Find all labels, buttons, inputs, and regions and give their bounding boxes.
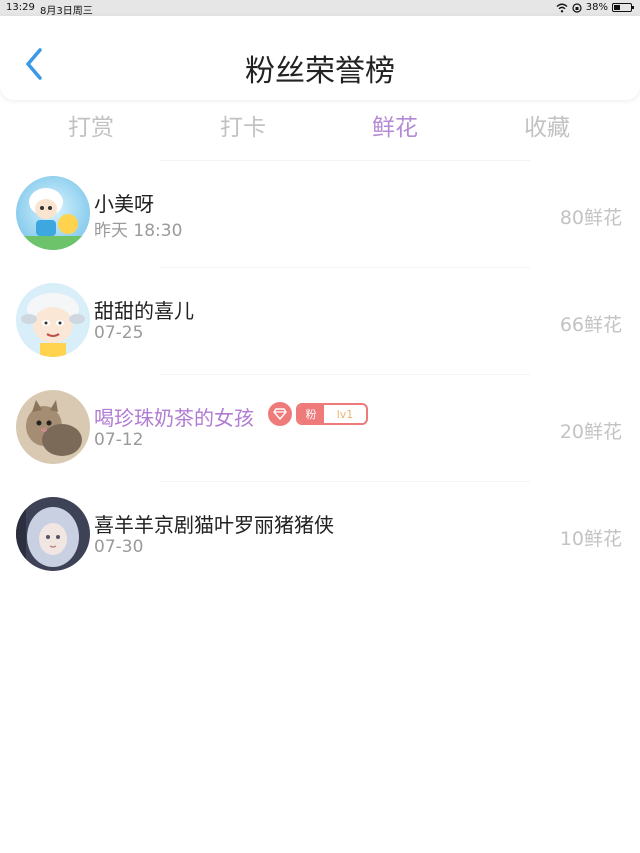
fan-badge-group: 粉 lv1 bbox=[268, 402, 368, 426]
cartoon-sheep-avatar-image bbox=[16, 283, 90, 357]
fan-name[interactable]: 小美呀 bbox=[94, 188, 154, 217]
anime-girl-avatar-image bbox=[16, 497, 90, 571]
avatar[interactable] bbox=[16, 497, 90, 571]
status-time: 13:29 bbox=[6, 2, 35, 13]
battery-icon bbox=[612, 3, 634, 12]
tab-favorites[interactable]: 收藏 bbox=[487, 108, 607, 142]
list-item[interactable]: 喜羊羊京剧猫叶罗丽猪猪侠 07-30 10鲜花 bbox=[0, 481, 640, 588]
flower-count: 80鲜花 bbox=[559, 207, 622, 229]
avatar[interactable] bbox=[16, 176, 90, 250]
divider bbox=[160, 160, 530, 161]
tab-bar: 打赏 打卡 鲜花 收藏 bbox=[0, 100, 640, 144]
fan-time: 07-12 bbox=[94, 430, 144, 450]
fan-name[interactable]: 甜甜的喜儿 bbox=[94, 295, 194, 324]
fan-badge-level: lv1 bbox=[336, 407, 354, 421]
flower-count: 20鲜花 bbox=[559, 421, 622, 443]
avatar[interactable] bbox=[16, 390, 90, 464]
fan-badge-label: 粉 bbox=[298, 405, 324, 423]
flower-count: 66鲜花 bbox=[559, 314, 622, 336]
divider bbox=[160, 481, 530, 482]
tab-tip[interactable]: 打赏 bbox=[31, 108, 151, 142]
list-item[interactable]: 甜甜的喜儿 07-25 66鲜花 bbox=[0, 267, 640, 374]
status-date: 8月3日周三 bbox=[40, 6, 93, 17]
cartoon-goat-avatar-image bbox=[16, 176, 90, 250]
tab-checkin[interactable]: 打卡 bbox=[183, 108, 303, 142]
status-right: 38% bbox=[556, 2, 634, 13]
list-item[interactable]: 小美呀 昨天 18:30 80鲜花 bbox=[0, 160, 640, 267]
page-title: 粉丝荣誉榜 bbox=[245, 54, 395, 89]
fan-time: 07-30 bbox=[94, 537, 144, 557]
flower-count: 10鲜花 bbox=[559, 528, 622, 550]
divider bbox=[160, 374, 530, 375]
battery-percent: 38% bbox=[585, 2, 608, 13]
tab-flowers[interactable]: 鲜花 bbox=[335, 108, 455, 142]
fan-name[interactable]: 喝珍珠奶茶的女孩 bbox=[94, 402, 254, 431]
fan-name[interactable]: 喜羊羊京剧猫叶罗丽猪猪侠 bbox=[94, 509, 334, 538]
avatar[interactable] bbox=[16, 283, 90, 357]
fan-time: 07-25 bbox=[94, 323, 144, 343]
kitten-photo-avatar-image bbox=[16, 390, 90, 464]
header: 粉丝荣誉榜 bbox=[0, 16, 640, 100]
fan-list: 小美呀 昨天 18:30 80鲜花 甜甜的喜儿 07-25 66鲜花 喝珍珠奶茶… bbox=[0, 160, 640, 588]
diamond-icon bbox=[268, 402, 292, 426]
orientation-lock-icon bbox=[572, 2, 582, 13]
fan-time: 昨天 18:30 bbox=[94, 221, 183, 241]
fan-level-badge: 粉 lv1 bbox=[296, 403, 368, 425]
divider bbox=[160, 267, 530, 268]
wifi-icon bbox=[556, 3, 568, 12]
status-bar: 13:29 8月3日周三 38% bbox=[0, 0, 640, 17]
list-item[interactable]: 喝珍珠奶茶的女孩 粉 lv1 07-12 20鲜花 bbox=[0, 374, 640, 481]
